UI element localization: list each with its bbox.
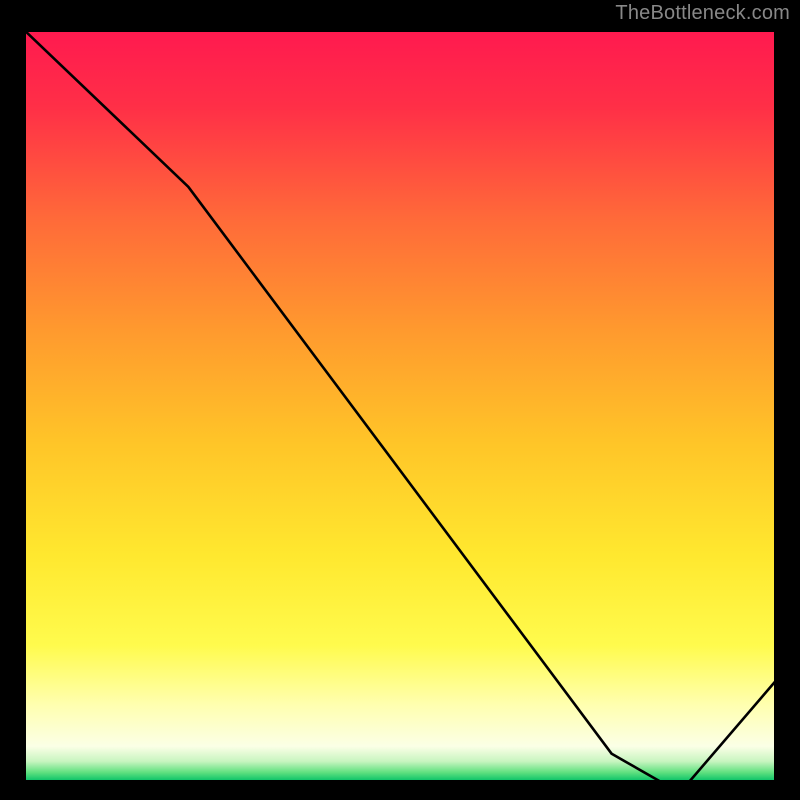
plot-area — [22, 28, 778, 784]
attribution-label: TheBottleneck.com — [615, 2, 790, 25]
chart-root: TheBottleneck.com — [0, 0, 800, 800]
gradient-background — [26, 32, 774, 780]
